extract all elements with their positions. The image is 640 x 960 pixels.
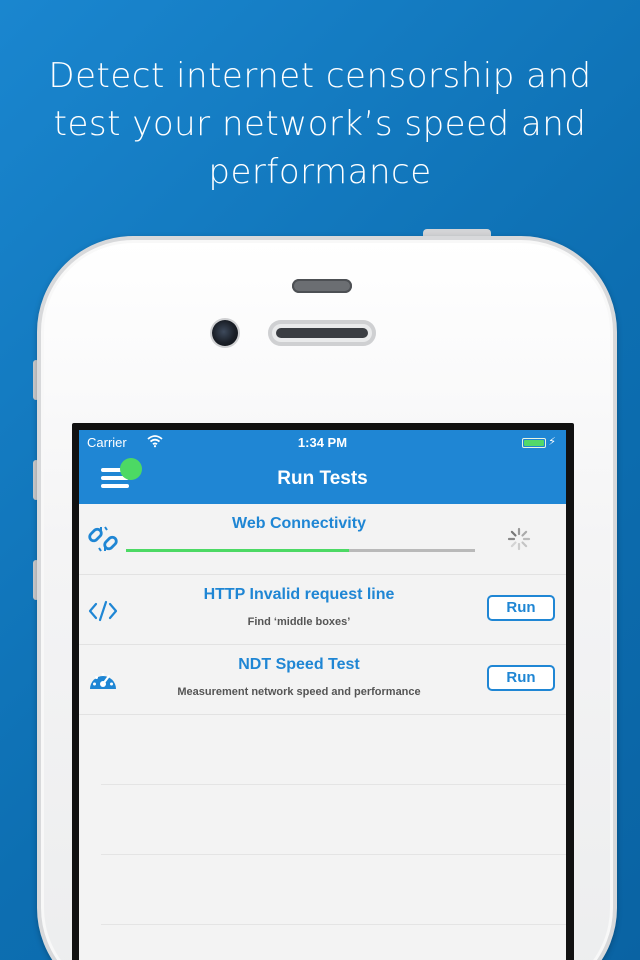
empty-list-row [101, 785, 566, 855]
test-subtitle: Measurement network speed and performanc… [177, 686, 421, 698]
test-subtitle: Find ‘middle boxes’ [247, 616, 351, 628]
test-title: Web Connectivity [232, 515, 366, 532]
headline: Detect internet censorship and test your… [48, 56, 592, 192]
status-time: 1:34 PM [297, 435, 348, 450]
proximity-sensor [292, 279, 352, 293]
charging-icon: ⚡ [548, 436, 556, 448]
progress-fill [126, 549, 350, 552]
speedometer-icon [90, 673, 116, 689]
status-bar: Carrier 1:34 PM ⚡ [87, 434, 558, 452]
broken-link-icon [88, 526, 118, 552]
earpiece-speaker [268, 320, 376, 346]
test-row-web-connectivity[interactable]: Web Connectivity [79, 505, 566, 575]
empty-list-row [101, 855, 566, 925]
front-camera [212, 320, 238, 346]
app-screen: Carrier 1:34 PM ⚡ Run Tests Web Connecti… [79, 430, 566, 960]
run-button[interactable]: Run [487, 595, 555, 621]
empty-list-row [101, 715, 566, 785]
page-title: Run Tests [277, 468, 368, 489]
loading-spinner-icon [507, 527, 531, 551]
test-title: NDT Speed Test [238, 656, 360, 673]
progress-bar [126, 549, 475, 552]
code-icon [88, 600, 118, 622]
test-title: HTTP Invalid request line [203, 586, 395, 603]
app-bar: Carrier 1:34 PM ⚡ Run Tests [79, 430, 566, 504]
test-row-ndt-speed-test[interactable]: NDT Speed Test Measurement network speed… [79, 645, 566, 715]
run-button[interactable]: Run [487, 665, 555, 691]
battery-icon [522, 438, 546, 448]
test-row-http-invalid-request-line[interactable]: HTTP Invalid request line Find ‘middle b… [79, 575, 566, 645]
